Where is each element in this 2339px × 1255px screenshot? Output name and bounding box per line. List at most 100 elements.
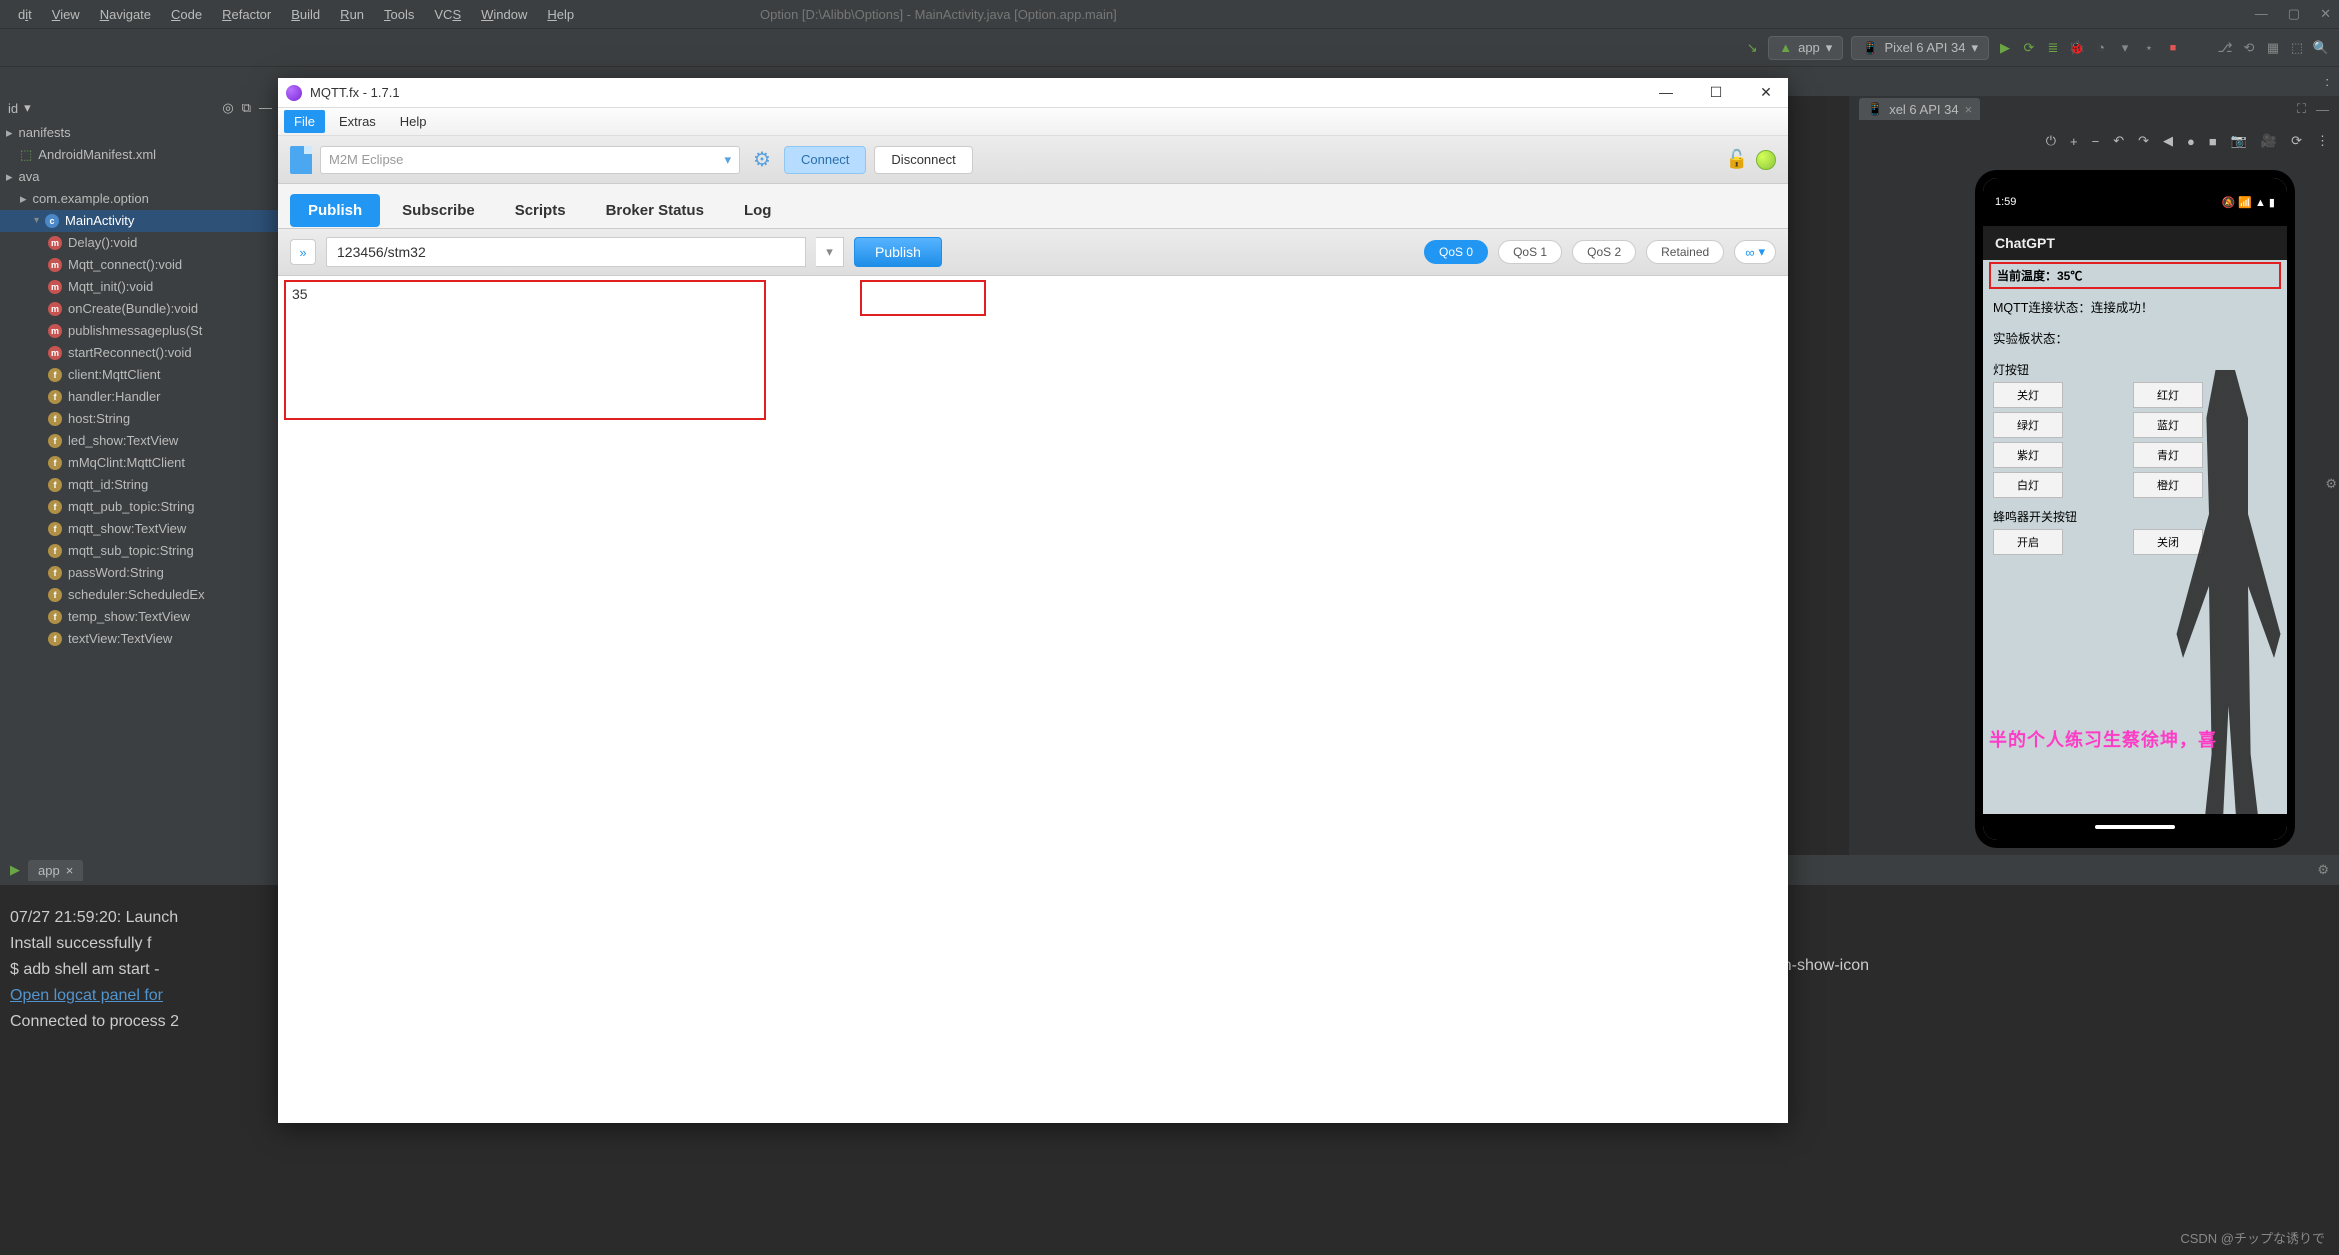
menu-code[interactable]: Code <box>161 7 212 22</box>
gear-icon[interactable]: ⚙ <box>2317 862 2329 878</box>
close-tab-icon[interactable]: × <box>66 863 74 878</box>
run-icon[interactable]: ▶ <box>1997 40 2013 56</box>
menu-build[interactable]: Build <box>281 7 330 22</box>
phone-screen[interactable]: 1:59 🔕 📶 ▲ ▮ ChatGPT 当前温度：35℃ MQTT连接状态：连… <box>1983 178 2287 840</box>
tree-item[interactable]: fmqtt_id:String <box>0 474 280 496</box>
light-button[interactable]: 白灯 <box>1993 472 2063 498</box>
expand-icon[interactable]: ⛶ <box>2297 101 2306 117</box>
overview-icon[interactable]: ■ <box>2209 134 2217 149</box>
tree-item[interactable]: fmMqClint:MqttClient <box>0 452 280 474</box>
mqttfx-menu-extras[interactable]: Extras <box>329 110 386 133</box>
publish-settings-button[interactable]: ∞▾ <box>1734 240 1776 264</box>
console-tab-app[interactable]: app × <box>28 860 83 881</box>
run-config-dropdown[interactable]: ▲ app ▾ <box>1768 36 1843 60</box>
snapshot-icon[interactable]: ⟳ <box>2291 133 2302 149</box>
tree-item[interactable]: mMqtt_init():void <box>0 276 280 298</box>
record-icon[interactable]: 🎥 <box>2261 133 2277 149</box>
apply-changes-icon[interactable]: ⟳ <box>2021 40 2037 56</box>
git-icon[interactable]: ⎇ <box>2217 40 2233 56</box>
more-icon[interactable]: ⋮ <box>2316 133 2329 149</box>
qos-2-button[interactable]: QoS 2 <box>1572 240 1636 264</box>
back-icon[interactable]: ◀ <box>2163 133 2173 149</box>
tree-item[interactable]: ▸com.example.option <box>0 188 280 210</box>
buzzer-on-button[interactable]: 开启 <box>1993 529 2063 555</box>
payload-textarea[interactable]: 35 <box>278 276 1788 1123</box>
tree-item[interactable]: fmqtt_pub_topic:String <box>0 496 280 518</box>
minimize-icon[interactable]: — <box>1652 84 1680 101</box>
menu-refactor[interactable]: Refactor <box>212 7 281 22</box>
home-icon[interactable]: ● <box>2187 134 2195 149</box>
phone-nav-bar[interactable] <box>1983 814 2287 840</box>
tree-item[interactable]: mstartReconnect():void <box>0 342 280 364</box>
rotate-left-icon[interactable]: ↶ <box>2113 133 2124 149</box>
menu-help[interactable]: Help <box>537 7 584 22</box>
tab-publish[interactable]: Publish <box>290 194 380 227</box>
bug-icon[interactable]: 🐞 <box>2069 40 2085 56</box>
rotate-right-icon[interactable]: ↷ <box>2138 133 2149 149</box>
publish-button[interactable]: Publish <box>854 237 942 267</box>
tree-item[interactable]: ftemp_show:TextView <box>0 606 280 628</box>
sync-icon[interactable]: ⟲ <box>2241 40 2257 56</box>
profile-select[interactable]: M2M Eclipse ▾ <box>320 146 740 174</box>
tree-item[interactable]: fscheduler:ScheduledEx <box>0 584 280 606</box>
retained-button[interactable]: Retained <box>1646 240 1724 264</box>
tree-item[interactable]: ⬚AndroidManifest.xml <box>0 144 280 166</box>
close-tab-icon[interactable]: × <box>1965 102 1973 117</box>
topic-history-button[interactable]: » <box>290 239 316 265</box>
profiler-icon[interactable]: ◔ <box>2093 40 2109 56</box>
profile-settings-icon[interactable]: ⚙ <box>748 146 776 174</box>
tree-item[interactable]: mpublishmessageplus(St <box>0 320 280 342</box>
collapse-icon[interactable]: — <box>259 100 272 116</box>
maximize-icon[interactable]: ▢ <box>2288 6 2300 22</box>
tab-scripts[interactable]: Scripts <box>497 194 584 227</box>
menu-run[interactable]: Run <box>330 7 374 22</box>
avd-icon[interactable]: ▦ <box>2265 40 2281 56</box>
tree-item[interactable]: fmqtt_sub_topic:String <box>0 540 280 562</box>
tree-item[interactable]: fpassWord:String <box>0 562 280 584</box>
menu-view[interactable]: View <box>42 7 90 22</box>
debug-icon[interactable]: ≣ <box>2045 40 2061 56</box>
tab-log[interactable]: Log <box>726 194 790 227</box>
close-icon[interactable]: ✕ <box>2320 6 2331 22</box>
target-icon[interactable]: ◎ <box>222 100 233 116</box>
tree-item[interactable]: fhandler:Handler <box>0 386 280 408</box>
tab-subscribe[interactable]: Subscribe <box>384 194 493 227</box>
disconnect-button[interactable]: Disconnect <box>874 146 972 174</box>
topic-input[interactable] <box>326 237 806 267</box>
maximize-icon[interactable]: ☐ <box>1702 84 1730 101</box>
settings-icon[interactable]: ⧉ <box>242 100 251 116</box>
mqttfx-menu-file[interactable]: File <box>284 110 325 133</box>
structure-tree[interactable]: ▸nanifests⬚AndroidManifest.xml▸ava▸com.e… <box>0 120 280 652</box>
tree-item[interactable]: ▸nanifests <box>0 122 280 144</box>
tree-item[interactable]: mDelay():void <box>0 232 280 254</box>
tree-item[interactable]: mMqtt_connect():void <box>0 254 280 276</box>
vol-up-icon[interactable]: + <box>2070 134 2078 149</box>
mqttfx-title-bar[interactable]: MQTT.fx - 1.7.1 — ☐ ✕ <box>278 78 1788 108</box>
power-icon[interactable]: ⏻ <box>2046 133 2056 149</box>
tree-item[interactable]: fhost:String <box>0 408 280 430</box>
mqttfx-menu-help[interactable]: Help <box>390 110 437 133</box>
qos-1-button[interactable]: QoS 1 <box>1498 240 1562 264</box>
menu-tools[interactable]: Tools <box>374 7 424 22</box>
connect-button[interactable]: Connect <box>784 146 866 174</box>
tab-broker-status[interactable]: Broker Status <box>588 194 722 227</box>
hammer-icon[interactable]: ↘ <box>1744 40 1760 56</box>
tree-item[interactable]: fclient:MqttClient <box>0 364 280 386</box>
emulator-tab[interactable]: 📱 xel 6 API 34 × <box>1859 98 1980 120</box>
search-icon[interactable]: 🔍 <box>2313 40 2329 56</box>
menu-vcs[interactable]: VCS <box>424 7 471 22</box>
light-button[interactable]: 绿灯 <box>1993 412 2063 438</box>
screenshot-icon[interactable]: 📷 <box>2231 133 2247 149</box>
hide-icon[interactable]: — <box>2316 102 2329 117</box>
device-dropdown[interactable]: 📱 Pixel 6 API 34 ▾ <box>1851 36 1989 60</box>
tree-item[interactable]: ▸ava <box>0 166 280 188</box>
topic-dropdown-button[interactable]: ▾ <box>816 237 844 267</box>
menu-navigate[interactable]: Navigate <box>90 7 161 22</box>
menu-edit[interactable]: dit <box>8 7 42 22</box>
light-button[interactable]: 关灯 <box>1993 382 2063 408</box>
qos-0-button[interactable]: QoS 0 <box>1424 240 1488 264</box>
gear-icon[interactable]: ⚙ <box>2325 476 2337 492</box>
light-button[interactable]: 紫灯 <box>1993 442 2063 468</box>
stop-icon[interactable]: ■ <box>2165 40 2181 56</box>
structure-dropdown[interactable]: id ▾ <box>8 100 31 116</box>
